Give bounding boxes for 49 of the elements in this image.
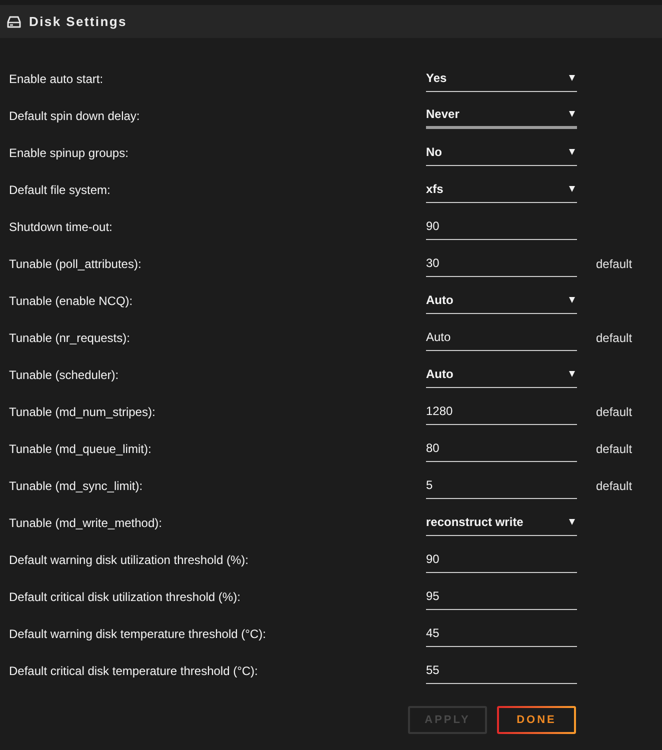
default-hint: default (596, 478, 634, 492)
hard-drive-icon (7, 16, 21, 28)
done-button[interactable]: DONE (497, 706, 576, 734)
input-field[interactable]: 90 (426, 546, 577, 573)
setting-label: Default file system: (9, 182, 112, 196)
input-field[interactable]: 95 (426, 583, 577, 610)
dropdown-field[interactable]: Yes (426, 65, 577, 92)
dropdown-field[interactable]: xfs (426, 176, 577, 203)
input-field[interactable]: 5 (426, 472, 577, 499)
setting-label: Tunable (md_write_method): (9, 516, 163, 530)
setting-label: Tunable (enable NCQ): (9, 294, 134, 308)
dropdown-field[interactable]: Auto (426, 287, 577, 314)
dropdown-field[interactable]: Never (426, 102, 577, 129)
setting-label: Default warning disk utilization threshold (%): (9, 552, 250, 566)
setting-label: Tunable (poll_attributes): (9, 256, 142, 270)
input-field[interactable]: 1280 (426, 398, 577, 425)
setting-label: Tunable (nr_requests): (9, 330, 131, 344)
caret-icon (569, 297, 575, 303)
setting-label: Tunable (scheduler): (9, 368, 120, 382)
default-hint: default (596, 330, 634, 344)
dropdown-field[interactable]: reconstruct write (426, 509, 577, 536)
input-field[interactable]: 80 (426, 435, 577, 462)
setting-label: Enable auto start: (9, 72, 104, 86)
input-field[interactable]: 45 (426, 620, 577, 647)
setting-label: Tunable (md_sync_limit): (9, 478, 144, 492)
setting-label: Enable spinup groups: (9, 146, 130, 160)
default-hint: default (596, 404, 634, 418)
setting-label: Default warning disk temperature threshold (°C): (9, 626, 267, 640)
caret-icon (569, 111, 575, 117)
default-hint: default (596, 256, 634, 270)
setting-label: Shutdown time-out: (9, 220, 114, 234)
setting-label: Default spin down delay: (9, 108, 141, 122)
caret-icon (569, 186, 575, 192)
caret-icon (569, 149, 575, 155)
dropdown-field[interactable]: No (426, 139, 577, 166)
setting-label: Default critical disk temperature threshold (°C): (9, 664, 259, 678)
caret-icon (569, 519, 575, 525)
setting-label: Tunable (md_queue_limit): (9, 442, 152, 456)
input-field[interactable]: 90 (426, 213, 577, 240)
input-field[interactable]: Auto (426, 324, 577, 351)
input-field[interactable]: 30 (426, 250, 577, 277)
input-field[interactable]: 55 (426, 657, 577, 684)
caret-icon (569, 75, 575, 81)
section-title: Disk Settings (29, 14, 127, 29)
dropdown-field[interactable]: Auto (426, 361, 577, 388)
caret-icon (569, 371, 575, 377)
setting-label: Default critical disk utilization threshold (%): (9, 590, 242, 604)
default-hint: default (596, 442, 634, 456)
setting-label: Tunable (md_num_stripes): (9, 404, 156, 418)
